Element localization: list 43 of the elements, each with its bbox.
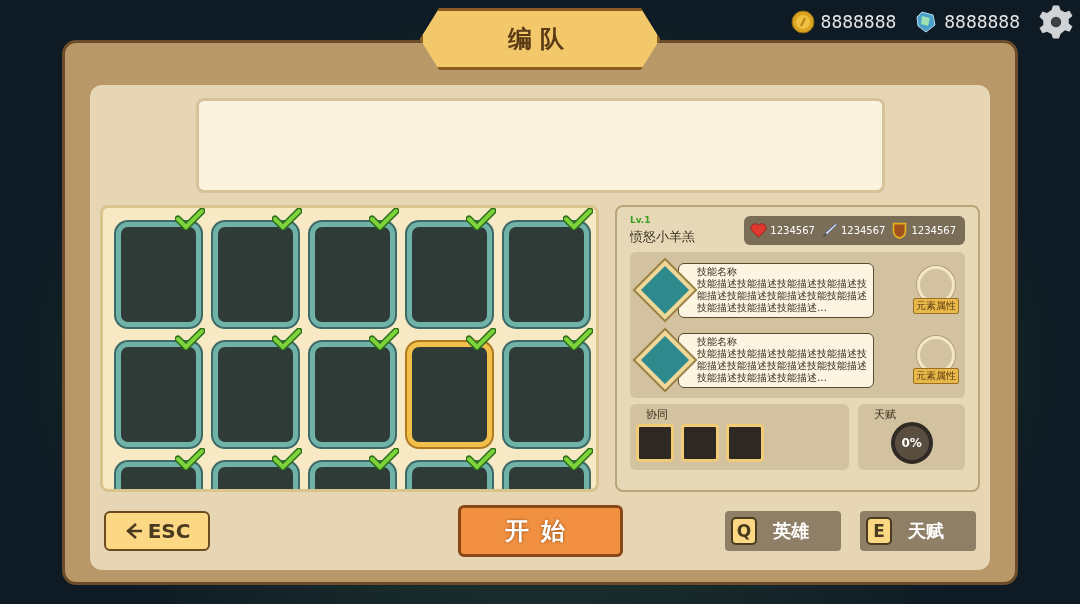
- element-label: 元素属性: [913, 368, 959, 384]
- back-button[interactable]: ESC: [104, 511, 210, 551]
- coin-icon: [790, 10, 815, 34]
- talent-progress-ring: 0%: [890, 422, 933, 464]
- skill-description: 技能描述技能描述技能描述技能描述技能描述技能描述技能描述技能技能描述技能描述技能描述技能描述…: [697, 277, 868, 314]
- synergy-label: 协同: [646, 407, 669, 422]
- hotkey-button[interactable]: E 天赋: [860, 511, 976, 551]
- stat-value: 1234567: [840, 225, 886, 236]
- key-cap: E: [866, 517, 892, 545]
- stat-value: 1234567: [770, 225, 815, 236]
- hero-card[interactable]: [407, 342, 492, 447]
- sword-icon: [820, 222, 838, 239]
- shield-icon: [891, 222, 909, 239]
- synergy-slot[interactable]: [636, 424, 674, 462]
- element-label: 元素属性: [913, 298, 959, 314]
- synergy-slot[interactable]: [681, 424, 719, 462]
- currency-amount: 8888888: [944, 12, 1020, 32]
- hero-card[interactable]: [116, 342, 201, 447]
- gem-icon: [914, 10, 939, 34]
- talent-label: 天赋: [874, 407, 897, 422]
- settings-icon[interactable]: [1038, 4, 1074, 40]
- screen-title: 编队: [508, 24, 572, 55]
- skill-description: 技能描述技能描述技能描述技能描述技能描述技能描述技能描述技能技能描述技能描述技能描述技能描述…: [697, 347, 868, 384]
- hero-level: Lv.1: [630, 215, 652, 225]
- hero-name: 愤怒小羊羔: [630, 228, 695, 246]
- stat-value: 1234567: [911, 225, 956, 236]
- skill-name: 技能名称: [697, 335, 738, 348]
- heart-icon: [750, 222, 768, 239]
- hotkey-button[interactable]: Q 英雄: [725, 511, 841, 551]
- hotkey-label: 天赋: [908, 519, 944, 543]
- hero-card[interactable]: [310, 342, 395, 447]
- hotkey-label: 英雄: [773, 519, 809, 543]
- key-cap: Q: [731, 517, 757, 545]
- skill-name: 技能名称: [697, 265, 738, 278]
- hero-card[interactable]: [213, 222, 298, 327]
- hero-card[interactable]: [407, 222, 492, 327]
- synergy-slot[interactable]: [726, 424, 764, 462]
- hero-card[interactable]: [116, 222, 201, 327]
- hero-card[interactable]: [213, 342, 298, 447]
- hero-card[interactable]: [504, 222, 589, 327]
- currency-amount: 8888888: [820, 12, 897, 32]
- hero-card[interactable]: [310, 222, 395, 327]
- hero-card[interactable]: [504, 342, 589, 447]
